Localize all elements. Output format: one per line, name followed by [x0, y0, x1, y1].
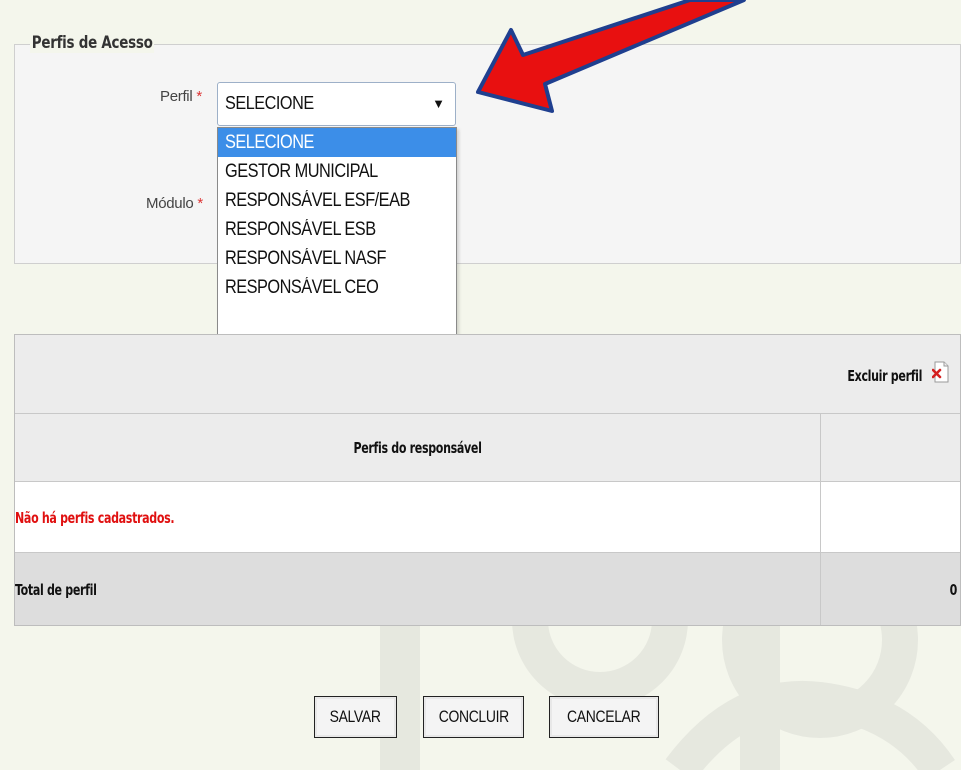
- perfis-table: Excluir perfil Perfis do responsável Não…: [14, 334, 961, 626]
- delete-file-icon[interactable]: [932, 361, 950, 383]
- salvar-button[interactable]: SALVAR: [314, 696, 397, 738]
- total-label: Total de perfil: [15, 581, 97, 599]
- perfil-select[interactable]: SELECIONE ▼: [217, 82, 456, 126]
- perfil-option-selecione[interactable]: SELECIONE: [218, 128, 456, 157]
- perfis-de-acesso-fieldset: [14, 44, 961, 264]
- option-label: RESPONSÁVEL ESB: [225, 219, 376, 240]
- table-row-total: Total de perfil 0: [15, 553, 960, 625]
- option-label: RESPONSÁVEL ESF/EAB: [225, 190, 410, 211]
- column-divider: [820, 414, 821, 481]
- perfil-option-responsavel-esf-eab[interactable]: RESPONSÁVEL ESF/EAB: [218, 186, 456, 215]
- option-label: RESPONSÁVEL NASF: [225, 248, 386, 269]
- total-value: 0: [949, 581, 958, 599]
- perfil-option-responsavel-esb[interactable]: RESPONSÁVEL ESB: [218, 215, 456, 244]
- empty-state-message: Não há perfis cadastrados.: [15, 509, 175, 527]
- perfil-option-responsavel-nasf[interactable]: RESPONSÁVEL NASF: [218, 244, 456, 273]
- option-label: RESPONSÁVEL CEO: [225, 277, 379, 298]
- perfil-label: Perfil *: [160, 88, 202, 105]
- chevron-down-icon: ▼: [432, 96, 445, 111]
- concluir-button[interactable]: CONCLUIR: [423, 696, 524, 738]
- table-header-row: Perfis do responsável: [15, 414, 960, 482]
- column-divider: [820, 482, 821, 552]
- perfil-select-value: SELECIONE: [225, 93, 314, 113]
- column-divider: [820, 553, 821, 625]
- table-row-empty: Não há perfis cadastrados.: [15, 482, 960, 553]
- excluir-perfil-link[interactable]: Excluir perfil: [847, 367, 922, 385]
- required-marker: *: [196, 88, 202, 105]
- fieldset-legend: Perfis de Acesso: [30, 33, 155, 53]
- table-toolbar-row: Excluir perfil: [15, 335, 960, 414]
- perfil-option-gestor-municipal[interactable]: GESTOR MUNICIPAL: [218, 157, 456, 186]
- option-label: SELECIONE: [225, 132, 314, 153]
- cancelar-button[interactable]: CANCELAR: [549, 696, 659, 738]
- perfil-option-responsavel-ceo[interactable]: RESPONSÁVEL CEO: [218, 273, 456, 302]
- required-marker: *: [197, 195, 203, 212]
- modulo-label: Módulo *: [146, 195, 203, 212]
- salvar-button-label: SALVAR: [330, 707, 381, 726]
- option-label: GESTOR MUNICIPAL: [225, 161, 378, 182]
- perfil-label-text: Perfil: [160, 88, 193, 105]
- cancelar-button-label: CANCELAR: [567, 707, 641, 726]
- concluir-button-label: CONCLUIR: [438, 707, 509, 726]
- modulo-label-text: Módulo: [146, 195, 194, 212]
- perfil-dropdown-list: SELECIONE GESTOR MUNICIPAL RESPONSÁVEL E…: [217, 127, 457, 339]
- column-header-perfis: Perfis do responsável: [353, 439, 482, 457]
